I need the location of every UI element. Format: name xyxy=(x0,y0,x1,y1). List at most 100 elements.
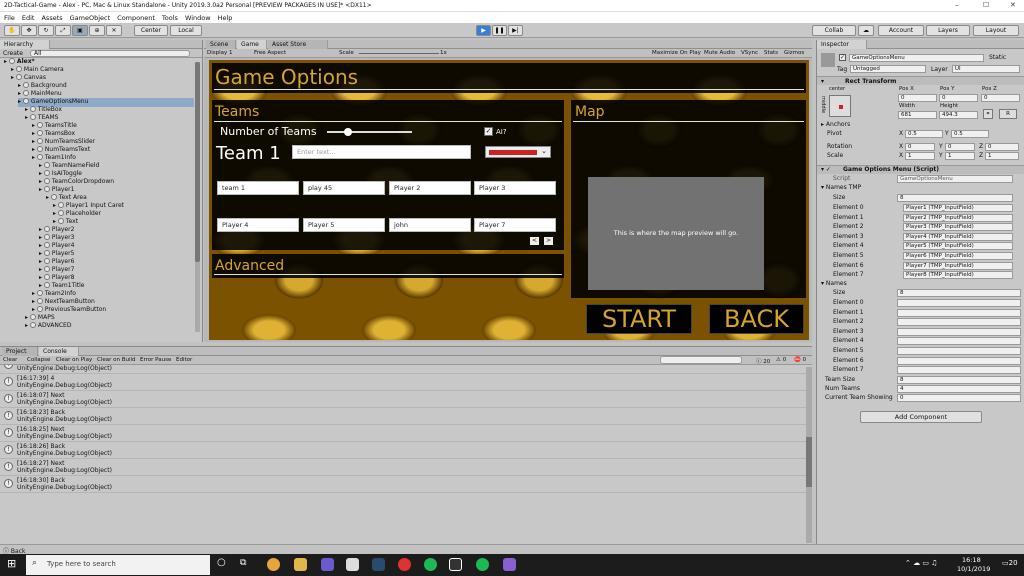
height-field[interactable]: 494.3 xyxy=(939,111,978,119)
scale-tool-icon[interactable]: ⤢ xyxy=(55,25,71,36)
tab-project[interactable]: Project xyxy=(2,347,38,356)
windows-start-icon[interactable]: ⊞ xyxy=(7,557,16,570)
pivot-y-field[interactable]: 0.5 xyxy=(951,130,989,138)
element-field[interactable]: Player8 (TMP_InputField) xyxy=(903,271,1013,280)
warning-count[interactable]: ⚠ 0 xyxy=(776,357,786,363)
rot-y-field[interactable]: 0 xyxy=(945,143,975,151)
collab-button[interactable]: Collab xyxy=(812,25,856,36)
element-field[interactable]: Player2 (TMP_InputField) xyxy=(903,213,1013,222)
ai-checkbox[interactable]: ✓ xyxy=(484,127,493,136)
player-field-8[interactable]: Player 7 xyxy=(474,218,556,232)
element-field[interactable] xyxy=(897,299,1021,307)
console-log-entry[interactable]: ! [16:18:30] Back UnityEngine.Debug:Log(Ob… xyxy=(0,476,808,493)
custom-tool-icon[interactable]: ✕ xyxy=(106,25,122,36)
onenote-icon[interactable] xyxy=(321,558,334,571)
posz-field[interactable]: 0 xyxy=(981,94,1020,102)
menu-component[interactable]: Component xyxy=(117,14,155,22)
element-field[interactable] xyxy=(897,308,1021,317)
gizmos-dropdown[interactable]: Gizmos xyxy=(784,50,804,56)
names-tmp-row[interactable]: ▾ Names TMP xyxy=(817,184,1024,193)
notification-center[interactable]: ▭20 xyxy=(1002,559,1018,567)
console-search-input[interactable] xyxy=(660,356,742,364)
names-row[interactable]: ▾ Names xyxy=(817,280,1024,289)
element-field[interactable] xyxy=(897,318,1021,327)
clock-time[interactable]: 16:18 xyxy=(962,556,981,564)
back-button[interactable]: BACK xyxy=(709,304,804,334)
posy-field[interactable]: 0 xyxy=(939,94,978,102)
menu-edit[interactable]: Edit xyxy=(22,14,35,22)
pivot-center-button[interactable]: Center xyxy=(134,25,168,36)
scale-y-field[interactable]: 1 xyxy=(945,152,975,160)
console-log-entry[interactable]: ! [16:18:26] Back UnityEngine.Debug:Log(Ob… xyxy=(0,442,808,459)
display-dropdown[interactable]: Display 1 xyxy=(207,50,233,56)
menu-tools[interactable]: Tools xyxy=(162,14,178,22)
clear-on-build-button[interactable]: Clear on Build xyxy=(97,357,136,363)
player-field-3[interactable]: Player 2 xyxy=(389,181,471,195)
names-size-field[interactable]: 8 xyxy=(897,289,1021,297)
opera-icon[interactable] xyxy=(398,558,411,571)
step-button[interactable]: ▶| xyxy=(508,25,523,36)
clear-button[interactable]: Clear xyxy=(3,357,17,363)
steam-icon[interactable] xyxy=(372,558,385,571)
anchor-preset-button[interactable] xyxy=(829,95,851,117)
element-field[interactable] xyxy=(897,327,1021,336)
task-view-icon[interactable]: ⧉ xyxy=(240,558,246,568)
vsync-toggle[interactable]: VSync xyxy=(741,50,758,56)
hierarchy-item[interactable]: ▸ ADVANCED xyxy=(25,322,71,331)
previous-team-button[interactable]: < xyxy=(530,237,539,245)
current-team-field[interactable]: 0 xyxy=(897,394,1021,402)
hand-tool-icon[interactable]: ✋ xyxy=(4,25,20,36)
hierarchy-search-input[interactable]: All xyxy=(30,50,190,57)
music-app-icon[interactable] xyxy=(476,558,489,571)
rect-tool-icon[interactable]: ▣ xyxy=(72,25,88,36)
unity-icon[interactable] xyxy=(449,558,462,571)
layout-dropdown[interactable]: Layout xyxy=(973,25,1019,36)
add-component-button[interactable]: Add Component xyxy=(860,411,982,423)
layers-dropdown[interactable]: Layers xyxy=(926,25,970,36)
taskbar-search-input[interactable]: ⌕ Type here to search xyxy=(26,555,210,575)
num-teams-slider[interactable] xyxy=(327,128,412,136)
cortana-icon[interactable]: ○ xyxy=(217,557,226,568)
element-field[interactable]: Player3 (TMP_InputField) xyxy=(903,223,1013,232)
hierarchy-scrollbar[interactable] xyxy=(195,62,200,332)
console-log-entry[interactable]: ! [16:18:27] Next UnityEngine.Debug:Log(Ob… xyxy=(0,459,808,476)
move-tool-icon[interactable]: ✥ xyxy=(21,25,37,36)
element-field[interactable]: Player4 (TMP_InputField) xyxy=(903,232,1013,241)
rot-z-field[interactable]: 0 xyxy=(985,143,1019,151)
create-dropdown[interactable]: Create xyxy=(3,50,23,57)
error-pause-button[interactable]: Error Pause xyxy=(140,357,171,363)
posx-field[interactable]: 0 xyxy=(898,94,937,102)
transform-tool-icon[interactable]: ⊕ xyxy=(89,25,105,36)
clear-on-play-button[interactable]: Clear on Play xyxy=(56,357,92,363)
tab-scene[interactable]: Scene xyxy=(206,40,236,49)
console-log-entry[interactable]: ! [16:18:23] Back UnityEngine.Debug:Log(Ob… xyxy=(0,408,808,425)
layer-dropdown[interactable]: UI xyxy=(952,65,1020,73)
rect-transform-header[interactable]: ▾ Rect Transform xyxy=(817,76,1024,85)
player-field-6[interactable]: Player 5 xyxy=(303,218,385,232)
console-log-entry[interactable]: ! UnityEngine.Debug:Log(Object) xyxy=(0,365,808,374)
tab-hierarchy[interactable]: Hierarchy xyxy=(0,40,50,49)
team-name-field[interactable]: Enter text... xyxy=(292,145,471,159)
menu-assets[interactable]: Assets xyxy=(41,14,62,22)
tab-asset-store[interactable]: Asset Store xyxy=(268,40,328,49)
collapse-button[interactable]: Collapse xyxy=(27,357,50,363)
pause-button[interactable]: ❚❚ xyxy=(492,25,507,36)
element-field[interactable]: Player1 (TMP_InputField) xyxy=(903,204,1013,212)
console-log-entry[interactable]: ! [16:18:25] Next UnityEngine.Debug:Log(Ob… xyxy=(0,425,808,442)
chrome-icon[interactable] xyxy=(267,558,280,571)
tab-game[interactable]: Game xyxy=(237,40,267,49)
aspect-dropdown[interactable]: Free Aspect xyxy=(254,50,286,56)
play-button[interactable]: ▶ xyxy=(476,25,491,36)
anchors-row[interactable]: ▸ Anchors xyxy=(817,121,1024,130)
console-log-entry[interactable]: ! [16:17:39] 4 UnityEngine.Debug:Log(Objec… xyxy=(0,374,808,391)
element-field[interactable]: Player7 (TMP_InputField) xyxy=(903,261,1013,270)
rotate-tool-icon[interactable]: ↻ xyxy=(38,25,54,36)
num-teams-field[interactable]: 4 xyxy=(897,385,1021,393)
scale-x-field[interactable]: 1 xyxy=(905,152,935,160)
scale-z-field[interactable]: 1 xyxy=(985,152,1019,160)
object-name-field[interactable]: GameOptionsMenu xyxy=(849,54,984,62)
width-field[interactable]: 681 xyxy=(898,111,937,119)
cloud-icon[interactable]: ☁ xyxy=(858,25,874,36)
mute-audio-toggle[interactable]: Mute Audio xyxy=(704,50,735,56)
tray-icons[interactable]: ⌃ ☁ ▭ ♫ xyxy=(905,559,937,567)
